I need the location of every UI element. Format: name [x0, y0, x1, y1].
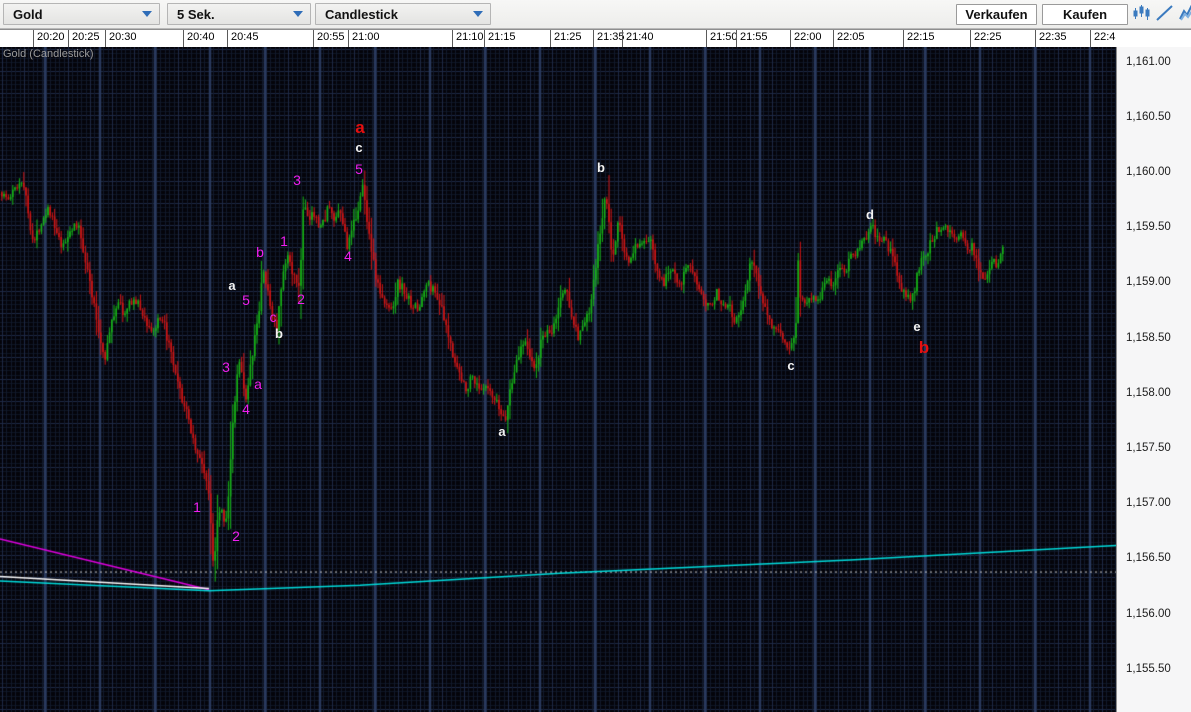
- time-tick: [550, 30, 551, 47]
- sell-button[interactable]: Verkaufen: [956, 4, 1037, 25]
- price-axis[interactable]: 1,161.00 1,160.50 1,160.00 1,159.50 1,159.00…: [1116, 47, 1191, 712]
- time-tick: [227, 30, 228, 47]
- price-tick-label: 1,157.50: [1126, 442, 1171, 454]
- trendline-tool-icon[interactable]: [1156, 4, 1173, 22]
- price-tick-label: 1,156.50: [1126, 552, 1171, 564]
- time-tick: [706, 30, 707, 47]
- time-tick-label: 20:55: [317, 31, 345, 43]
- time-tick: [452, 30, 453, 47]
- time-tick: [33, 30, 34, 47]
- time-tick: [790, 30, 791, 47]
- trading-app-window: Gold 5 Sek. Candlestick Verkaufen Kaufen: [0, 0, 1191, 712]
- time-tick-label: 21:40: [626, 31, 654, 43]
- price-tick-label: 1,159.00: [1126, 276, 1171, 288]
- time-tick-label: 20:40: [187, 31, 215, 43]
- price-tick-label: 1,155.50: [1126, 663, 1171, 675]
- time-tick-label: 21:10: [456, 31, 484, 43]
- wave-label: b: [275, 326, 283, 341]
- price-tick-label: 1,159.50: [1126, 221, 1171, 233]
- time-axis-ticks: 20:20 20:25 20:30 20:40 20:45 20:55 21:00 21:10…: [0, 30, 1116, 47]
- wave-label: b: [918, 338, 930, 357]
- time-tick-label: 22:25: [974, 31, 1002, 43]
- chevron-down-icon: [293, 11, 303, 17]
- wave-label: 4: [344, 248, 352, 264]
- time-tick-label: 20:25: [72, 31, 100, 43]
- time-axis[interactable]: 20:20 20:25 20:30 20:40 20:45 20:55 21:00 21:10…: [0, 29, 1191, 47]
- time-tick-label: 21:35: [597, 31, 625, 43]
- time-tick-label: 22:45: [1094, 31, 1116, 43]
- wave-label: 4: [242, 401, 250, 417]
- time-tick-label: 22:15: [907, 31, 935, 43]
- wave-label: 3: [293, 172, 301, 188]
- time-tick-label: 22:00: [794, 31, 822, 43]
- wave-label: 2: [232, 528, 240, 544]
- wave-label: d: [866, 207, 874, 222]
- wave-label: e: [913, 319, 921, 334]
- time-tick: [183, 30, 184, 47]
- time-tick-label: 22:35: [1039, 31, 1067, 43]
- time-tick: [970, 30, 971, 47]
- time-tick-label: 21:15: [488, 31, 516, 43]
- wave-label: 2: [297, 291, 305, 307]
- symbol-select[interactable]: Gold: [3, 3, 160, 25]
- time-tick-label: 21:25: [554, 31, 582, 43]
- time-tick: [68, 30, 69, 47]
- time-tick-label: 20:45: [231, 31, 259, 43]
- time-tick-label: 22:05: [837, 31, 865, 43]
- wave-label: 5: [242, 292, 250, 308]
- wave-label: 1: [193, 499, 201, 515]
- wave-label: 1: [280, 233, 288, 249]
- chevron-down-icon: [473, 11, 483, 17]
- time-tick: [833, 30, 834, 47]
- time-tick-label: 21:50: [710, 31, 738, 43]
- time-tick: [1035, 30, 1036, 47]
- mountain-chart-icon[interactable]: [1179, 4, 1191, 22]
- wave-label: a: [355, 118, 365, 137]
- price-tick-label: 1,156.00: [1126, 608, 1171, 620]
- wave-label: a: [254, 376, 262, 392]
- wave-label: 3: [222, 359, 230, 375]
- chart-area: Gold (Candlestick) 1234a5abcb12345caabcd…: [0, 47, 1116, 712]
- price-tick-label: 1,158.00: [1126, 387, 1171, 399]
- chart-type-select-value: Candlestick: [325, 6, 398, 22]
- time-tick-label: 21:55: [740, 31, 768, 43]
- time-tick-label: 20:30: [109, 31, 137, 43]
- wave-label: c: [787, 358, 795, 373]
- time-tick: [484, 30, 485, 47]
- interval-select[interactable]: 5 Sek.: [167, 3, 311, 25]
- chart-watermark: Gold (Candlestick): [3, 48, 94, 60]
- price-tick-label: 1,160.00: [1126, 166, 1171, 178]
- chart-type-select[interactable]: Candlestick: [315, 3, 491, 25]
- time-tick: [593, 30, 594, 47]
- time-tick: [1090, 30, 1091, 47]
- wave-label: 5: [355, 161, 363, 177]
- candlestick-chart-canvas[interactable]: [0, 47, 1116, 712]
- wave-label: b: [256, 244, 264, 260]
- time-tick: [903, 30, 904, 47]
- time-tick: [348, 30, 349, 47]
- chart-tool-icons: [1133, 4, 1191, 22]
- wave-label: c: [355, 140, 363, 155]
- time-tick-label: 21:00: [352, 31, 380, 43]
- time-tick: [105, 30, 106, 47]
- wave-label: a: [498, 424, 506, 439]
- price-tick-label: 1,158.50: [1126, 332, 1171, 344]
- symbol-select-value: Gold: [13, 6, 43, 22]
- time-tick: [736, 30, 737, 47]
- toolbar: Gold 5 Sek. Candlestick Verkaufen Kaufen: [0, 0, 1191, 29]
- time-tick: [313, 30, 314, 47]
- time-tick-label: 20:20: [37, 31, 65, 43]
- chevron-down-icon: [142, 11, 152, 17]
- price-tick-label: 1,161.00: [1126, 56, 1171, 68]
- price-tick-label: 1,160.50: [1126, 111, 1171, 123]
- wave-label: a: [228, 278, 236, 293]
- wave-label: c: [269, 309, 277, 325]
- candlestick-chart-icon[interactable]: [1133, 4, 1150, 22]
- time-tick: [622, 30, 623, 47]
- price-tick-label: 1,157.00: [1126, 497, 1171, 509]
- interval-select-value: 5 Sek.: [177, 6, 215, 22]
- wave-label: b: [597, 160, 605, 175]
- buy-button[interactable]: Kaufen: [1042, 4, 1128, 25]
